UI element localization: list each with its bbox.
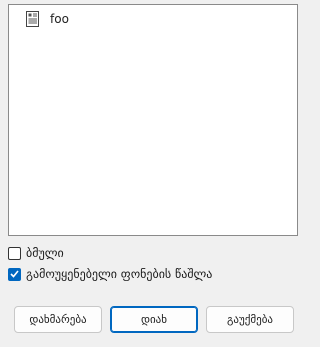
list-item[interactable]: foo bbox=[26, 10, 69, 28]
hidden-label: ბმული bbox=[26, 246, 64, 260]
list-item-label: foo bbox=[50, 12, 69, 26]
help-button[interactable]: დახმარება bbox=[14, 306, 102, 333]
hidden-option[interactable]: ბმული bbox=[8, 245, 64, 261]
document-icon bbox=[26, 11, 40, 27]
ok-button[interactable]: დიახ bbox=[110, 306, 198, 333]
delete-unused-label: გამოუყენებელი ფონების წაშლა bbox=[26, 267, 213, 281]
delete-unused-checkbox[interactable] bbox=[8, 267, 21, 281]
checkmark-icon bbox=[10, 270, 19, 278]
font-dialog: foo ბმული გამოუყენებელი ფონების წაშლა და… bbox=[0, 0, 308, 347]
delete-unused-option[interactable]: გამოუყენებელი ფონების წაშლა bbox=[8, 266, 212, 282]
hidden-checkbox[interactable] bbox=[8, 246, 21, 260]
cancel-button[interactable]: გაუქმება bbox=[206, 306, 294, 333]
file-list[interactable]: foo bbox=[8, 4, 298, 236]
